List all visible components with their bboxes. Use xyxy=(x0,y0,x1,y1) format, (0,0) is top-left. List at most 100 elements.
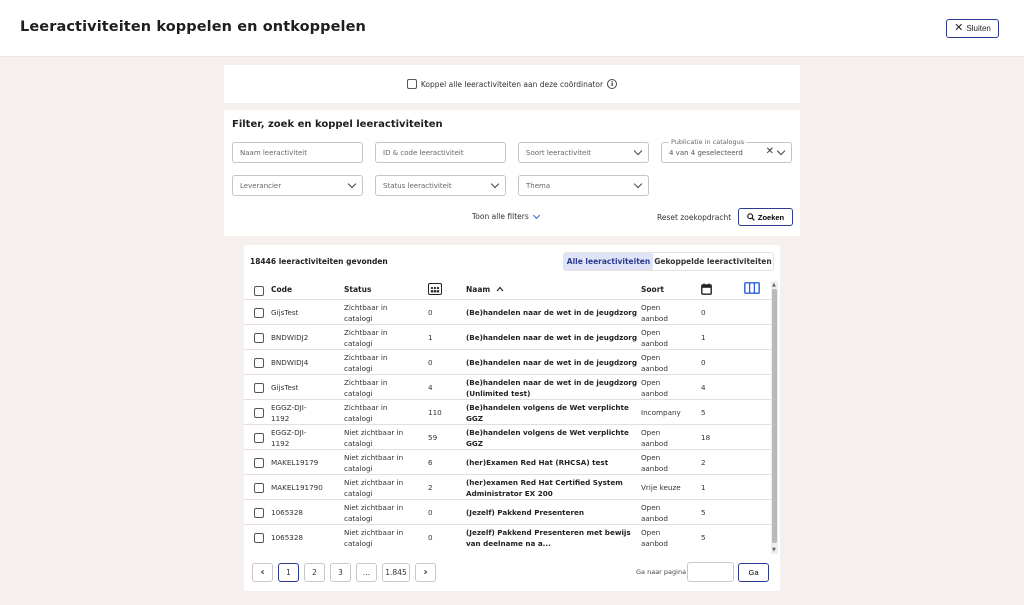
table-scrollbar[interactable]: ▲ ▼ xyxy=(771,281,778,554)
row-checkbox[interactable] xyxy=(254,483,264,493)
goto-page-button[interactable]: Ga xyxy=(738,563,769,582)
cell-name: (her)Examen Red Hat (RHCSA) test xyxy=(466,457,608,468)
cell-type-line: aanbod xyxy=(641,389,668,398)
cell-name-line: (Unlimited test) xyxy=(466,389,531,398)
table-row[interactable]: MAKEL191790 Niet zichtbaar in catalogi 2 (he… xyxy=(244,474,772,499)
cell-name-line: (Be)handelen naar de wet in de jeugdzorg xyxy=(466,378,637,387)
row-checkbox[interactable] xyxy=(254,333,264,343)
supplier-select-placeholder: Leverancier xyxy=(240,181,282,190)
scroll-down-icon[interactable]: ▼ xyxy=(772,547,776,553)
table-row[interactable]: GijsTest Zichtbaar in catalogi 4 (Be)handele… xyxy=(244,374,772,399)
clear-icon[interactable]: ✕ xyxy=(766,146,774,157)
row-checkbox[interactable] xyxy=(254,358,264,368)
cell-type: Open aanbod xyxy=(641,327,668,349)
name-input[interactable]: Naam leeractiviteit xyxy=(232,142,363,163)
supplier-select[interactable]: Leverancier xyxy=(232,175,363,196)
cell-status-line: Zichtbaar in xyxy=(344,328,388,337)
info-icon[interactable]: i xyxy=(607,79,618,89)
cell-type-line: aanbod xyxy=(641,364,668,373)
column-status[interactable]: Status xyxy=(344,285,371,294)
search-icon xyxy=(747,213,755,221)
cell-name-line: (Jezelf) Pakkend Presenteren xyxy=(466,508,585,517)
link-all-panel: Koppel alle leeractiviteiten aan deze co… xyxy=(224,65,800,103)
cell-type-line: aanbod xyxy=(641,514,668,523)
reset-search-link[interactable]: Reset zoekopdracht xyxy=(657,213,731,222)
link-all-checkbox[interactable] xyxy=(406,79,417,89)
cell-type-line: Open xyxy=(641,503,661,512)
table-row[interactable]: BNDWIDJ4 Zichtbaar in catalogi 0 (Be)handele… xyxy=(244,349,772,374)
row-checkbox[interactable] xyxy=(254,308,264,318)
row-checkbox[interactable] xyxy=(254,533,264,543)
cell-type-line: aanbod xyxy=(641,539,668,548)
cell-name-line: (Jezelf) Pakkend Presenteren met bewijs xyxy=(466,528,631,537)
page-button-1[interactable]: 2 xyxy=(304,563,325,582)
search-button-label: Zoeken xyxy=(757,212,785,222)
chevron-down-icon xyxy=(532,211,540,219)
cell-participants: 1 xyxy=(428,333,433,342)
select-all-checkbox[interactable] xyxy=(254,286,264,296)
type-select[interactable]: Soort leeractiviteit xyxy=(518,142,649,163)
close-button[interactable]: ✕ Sluiten xyxy=(946,19,999,38)
search-button[interactable]: Zoeken xyxy=(738,208,793,226)
table-row[interactable]: 1065328 Niet zichtbaar in catalogi 0 (Jezelf… xyxy=(244,524,772,549)
cell-status: Niet zichtbaar in catalogi xyxy=(344,427,403,449)
cell-code-line: 1192 xyxy=(271,414,290,423)
column-name-label: Naam xyxy=(466,285,491,294)
show-all-filters-link[interactable]: Toon alle filters xyxy=(472,211,540,221)
row-checkbox[interactable] xyxy=(254,408,264,418)
cell-type: Vrije keuze xyxy=(641,482,681,493)
cell-status-line: Zichtbaar in xyxy=(344,403,388,412)
chevron-right-icon[interactable]: › xyxy=(415,563,436,582)
cell-name-line: Administrator EX 200 xyxy=(466,489,553,498)
page-button-0[interactable]: 1 xyxy=(278,563,299,582)
cell-name-line: van deelname na a... xyxy=(466,539,551,548)
cell-type: Open aanbod xyxy=(641,452,668,474)
cell-code: BNDWIDJ2 xyxy=(271,332,308,343)
cell-name-line: (Be)handelen naar de wet in de jeugdzorg xyxy=(466,358,637,367)
column-type[interactable]: Soort xyxy=(641,285,664,294)
column-code[interactable]: Code xyxy=(271,285,292,294)
table-row[interactable]: 1065328 Niet zichtbaar in catalogi 0 (Jezelf… xyxy=(244,499,772,524)
table-row[interactable]: BNDWIDJ2 Zichtbaar in catalogi 1 (Be)handele… xyxy=(244,324,772,349)
publication-select[interactable]: Publicatie in catalogus 4 van 4 geselect… xyxy=(661,138,792,163)
goto-page-input[interactable] xyxy=(687,562,734,582)
cell-status-line: Zichtbaar in xyxy=(344,303,388,312)
id-code-input[interactable]: ID & code leeractiviteit xyxy=(375,142,506,163)
cell-days: 0 xyxy=(701,308,706,317)
close-icon: ✕ xyxy=(954,22,964,34)
cell-type-line: Incompany xyxy=(641,408,681,417)
page-button-3[interactable]: ... xyxy=(356,563,377,582)
chevron-down-icon xyxy=(347,179,357,189)
status-select[interactable]: Status leeractiviteit xyxy=(375,175,506,196)
row-checkbox[interactable] xyxy=(254,433,264,443)
scroll-up-icon[interactable]: ▲ xyxy=(772,282,776,288)
name-input-placeholder: Naam leeractiviteit xyxy=(240,148,307,157)
cell-type-line: Open xyxy=(641,453,661,462)
participants-icon[interactable] xyxy=(428,283,442,297)
cell-participants: 0 xyxy=(428,508,433,517)
row-checkbox[interactable] xyxy=(254,383,264,393)
cell-status-line: catalogi xyxy=(344,339,373,348)
table-row[interactable]: MAKEL19179 Niet zichtbaar in catalogi 6 (her… xyxy=(244,449,772,474)
table-row[interactable]: GijsTest Zichtbaar in catalogi 0 (Be)handele… xyxy=(244,299,772,324)
calendar-icon[interactable] xyxy=(701,283,712,297)
cell-code-line: BNDWIDJ4 xyxy=(271,358,309,367)
table-header: Code Status Naam Soort xyxy=(244,279,772,299)
cell-status-line: catalogi xyxy=(344,514,373,523)
column-name[interactable]: Naam xyxy=(466,285,504,294)
row-checkbox[interactable] xyxy=(254,508,264,518)
page-button-2[interactable]: 3 xyxy=(330,563,351,582)
chevron-left-icon[interactable]: ‹ xyxy=(252,563,273,582)
tab-linked-activities[interactable]: Gekoppelde leeractiviteiten xyxy=(653,253,773,270)
cell-status-line: Niet zichtbaar in xyxy=(344,478,404,487)
page-button-4[interactable]: 1.845 xyxy=(382,563,410,582)
status-select-placeholder: Status leeractiviteit xyxy=(383,181,452,190)
tab-all-activities[interactable]: Alle leeractiviteiten xyxy=(564,253,653,270)
columns-icon[interactable] xyxy=(744,282,760,296)
table-row[interactable]: EGGZ-DJI- 1192 Zichtbaar in catalogi 110 (Be)… xyxy=(244,399,772,424)
table-row[interactable]: EGGZ-DJI- 1192 Niet zichtbaar in catalogi 59… xyxy=(244,424,772,449)
scrollbar-thumb[interactable] xyxy=(772,289,777,543)
row-checkbox[interactable] xyxy=(254,458,264,468)
cell-name: (her)examen Red Hat Certified System Admi… xyxy=(466,477,623,499)
theme-select[interactable]: Thema xyxy=(518,175,649,196)
